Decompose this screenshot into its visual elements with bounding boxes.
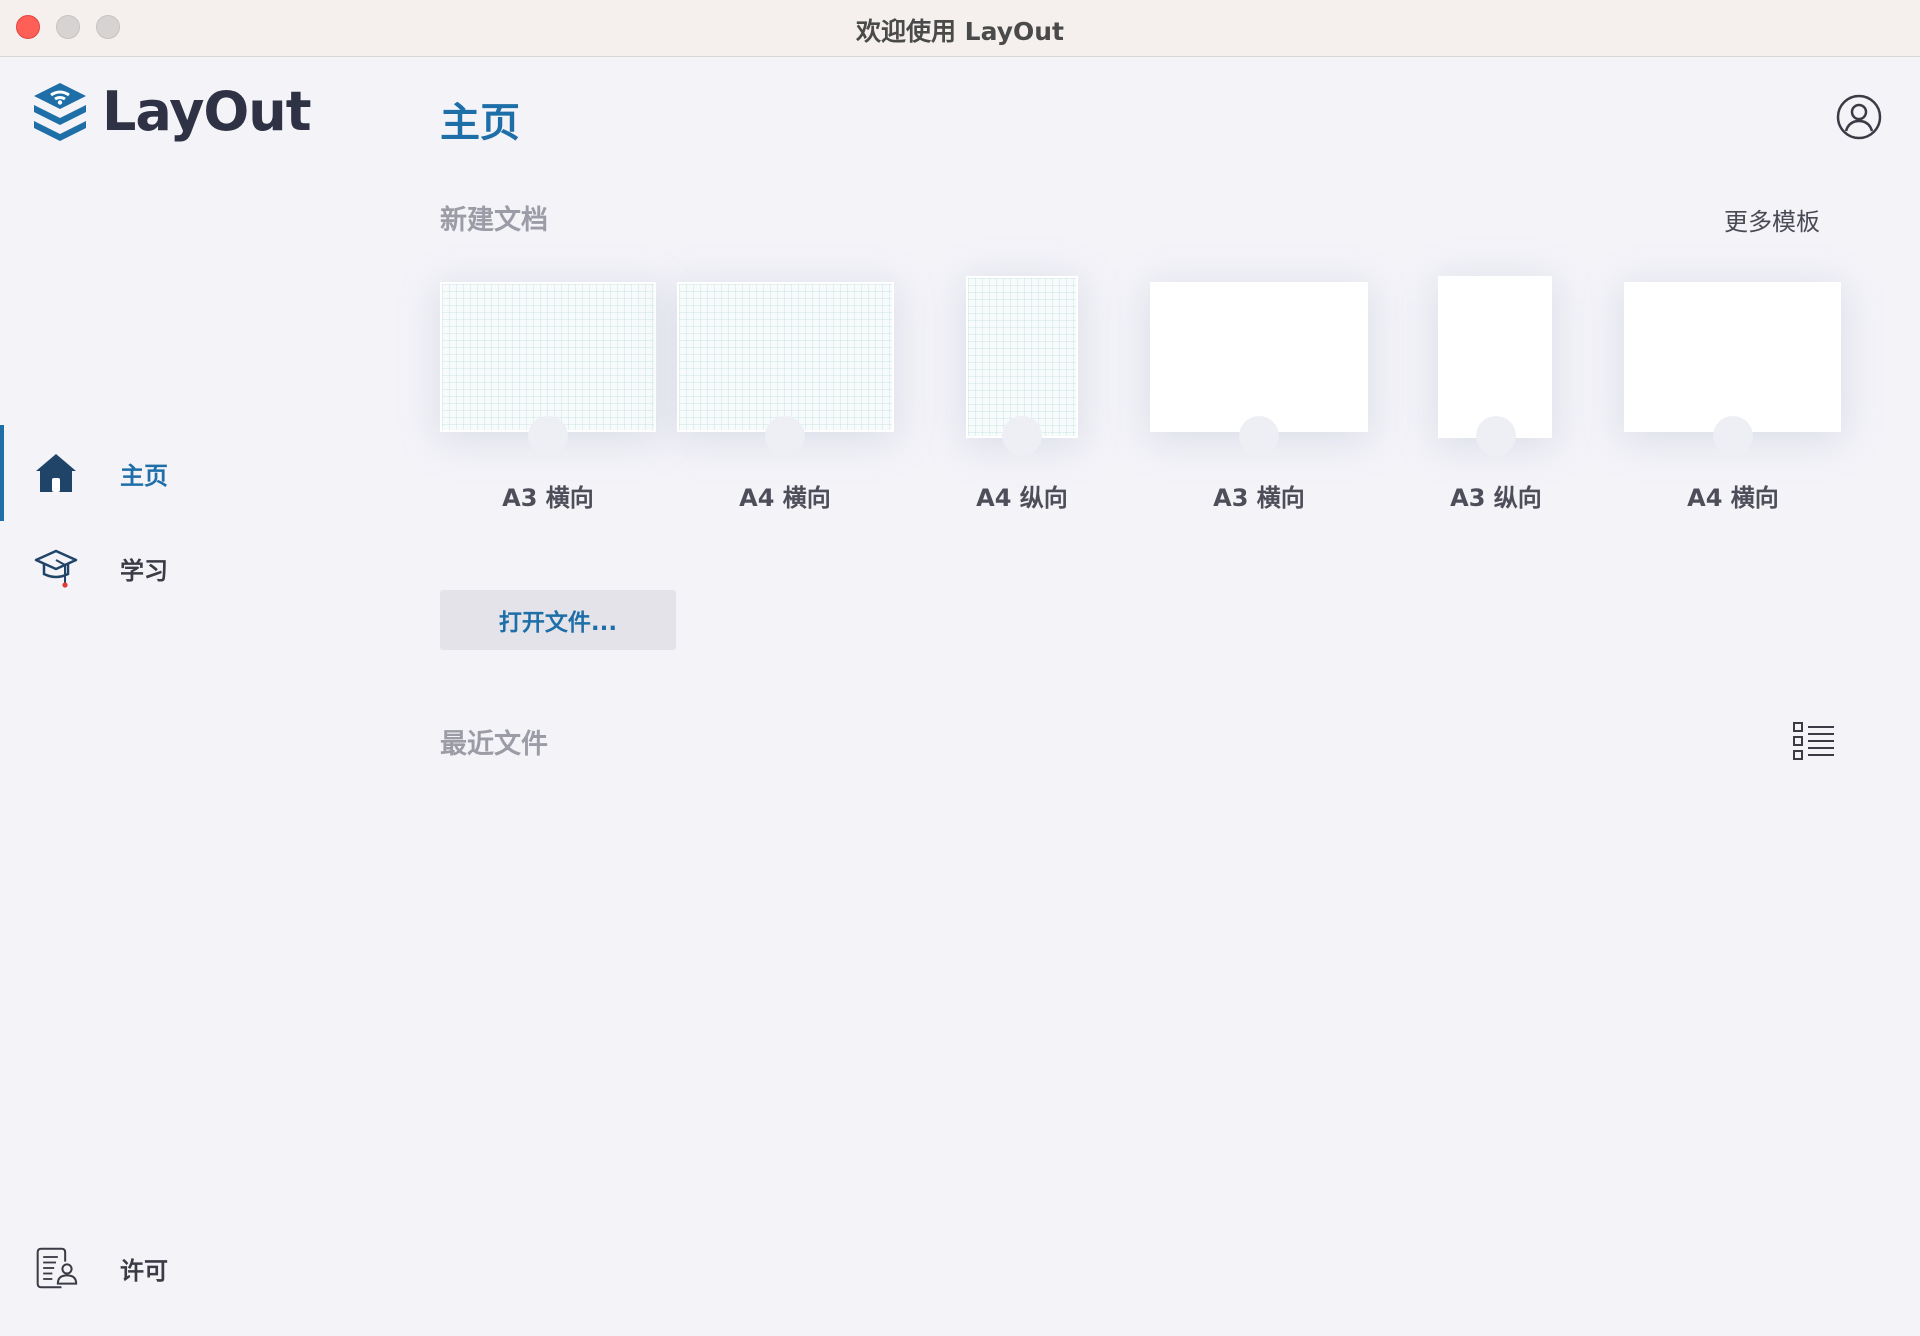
- sidebar-item-label: 许可: [120, 1256, 168, 1285]
- page-title: 主页: [440, 100, 520, 146]
- template-badge: [765, 416, 805, 456]
- app-window: 欢迎使用 LayOut LayOut 主页 学习 许可 主页 新建文档 更多模板…: [0, 0, 1920, 1336]
- recent-files-heading: 最近文件: [440, 729, 548, 760]
- template-label: A4 横向: [739, 484, 831, 512]
- logo-text: LayOut: [102, 80, 312, 143]
- template-thumbnail: [677, 282, 894, 432]
- open-file-button[interactable]: 打开文件...: [440, 590, 676, 650]
- sidebar-item-learn[interactable]: 学习: [0, 520, 390, 616]
- layout-logo-icon: [34, 82, 86, 141]
- template-label: A4 纵向: [976, 484, 1068, 512]
- window-title: 欢迎使用 LayOut: [855, 17, 1065, 46]
- template-label: A3 横向: [502, 484, 594, 512]
- user-account-icon: [1836, 94, 1882, 140]
- template-badge: [1002, 416, 1042, 456]
- license-icon: [34, 1246, 78, 1290]
- app-logo: LayOut: [30, 80, 312, 143]
- list-view-icon: [1793, 722, 1834, 760]
- title-bar: 欢迎使用 LayOut: [0, 0, 1920, 57]
- more-templates-link[interactable]: 更多模板: [1724, 202, 1820, 237]
- template-thumbnail: [440, 282, 656, 432]
- template-thumbnail: [1624, 282, 1841, 432]
- home-icon: [34, 451, 78, 495]
- template-thumbnail: [1150, 282, 1368, 432]
- template-badge: [528, 416, 568, 456]
- template-badge: [1713, 416, 1753, 456]
- template-a4-landscape-grid[interactable]: A4 横向: [667, 270, 903, 512]
- template-a4-landscape-plain[interactable]: A4 横向: [1615, 270, 1851, 512]
- template-a4-portrait-grid[interactable]: A4 纵向: [904, 270, 1140, 512]
- sidebar-item-label: 主页: [120, 461, 168, 490]
- new-document-heading: 新建文档: [440, 205, 548, 236]
- template-badge: [1476, 416, 1516, 456]
- template-label: A3 纵向: [1450, 484, 1542, 512]
- template-a3-portrait-plain[interactable]: A3 纵向: [1378, 270, 1614, 512]
- account-button[interactable]: [1836, 94, 1882, 140]
- template-a3-landscape-grid[interactable]: A3 横向: [430, 270, 666, 512]
- template-badge: [1239, 416, 1279, 456]
- template-a3-landscape-plain[interactable]: A3 横向: [1141, 270, 1377, 512]
- template-thumbnail: [966, 276, 1078, 438]
- graduation-cap-icon: [34, 546, 78, 590]
- sidebar-item-license[interactable]: 许可: [0, 1220, 390, 1316]
- template-label: A4 横向: [1687, 484, 1779, 512]
- list-view-toggle[interactable]: [1792, 720, 1836, 762]
- template-thumbnail: [1438, 276, 1552, 438]
- sidebar-item-label: 学习: [120, 556, 168, 585]
- template-label: A3 横向: [1213, 484, 1305, 512]
- sidebar-item-home[interactable]: 主页: [0, 425, 390, 521]
